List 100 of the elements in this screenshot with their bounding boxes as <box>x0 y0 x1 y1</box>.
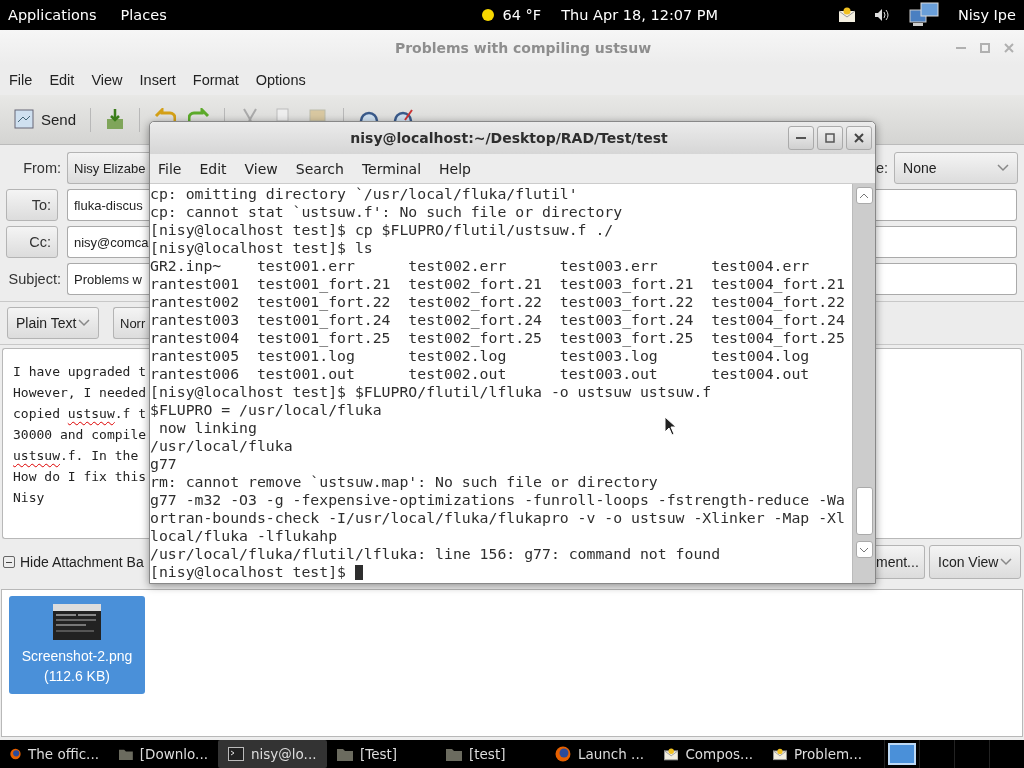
workspace-button[interactable] <box>884 740 919 768</box>
terminal-line: rantest004 test001_fort.25 test002_fort.25 test003_fort.25 test004_fort.25 <box>150 329 845 347</box>
menu-item[interactable]: Format <box>192 72 239 88</box>
body-text: How do I fix this <box>13 469 147 484</box>
menu-item[interactable]: File <box>158 160 182 177</box>
paragraph-style-dropdown[interactable]: Norr <box>113 307 149 339</box>
terminal-line: [nisy@localhost test]$ cp $FLUPRO/flutil/ustsuw.f ./ <box>150 221 614 239</box>
menu-item[interactable]: Terminal <box>361 160 422 177</box>
body-text: .f. In the <box>59 448 139 463</box>
window-title: Problems with compiling ustsuw <box>393 39 653 56</box>
recipient-button[interactable]: Cc: <box>6 226 58 258</box>
scrollbar[interactable] <box>852 184 875 583</box>
maximize-icon <box>825 133 835 143</box>
misspelled-word: ustsuw <box>67 406 115 421</box>
send-button[interactable]: Send <box>14 108 77 130</box>
view-mode-dropdown[interactable]: Icon View <box>929 545 1021 579</box>
terminal-line: rantest002 test001_fort.22 test002_fort.22 test003_fort.22 test004_fort.22 <box>150 293 845 311</box>
sun-icon <box>480 8 495 22</box>
terminal-line: rantest003 test001_fort.24 test002_fort.24 test003_fort.24 test004_fort.24 <box>150 311 845 329</box>
terminal-line: [nisy@localhost test]$ $FLUPRO/flutil/lfluka -o ustsuw ustsuw.f <box>150 383 712 401</box>
chevron-down-icon <box>1000 558 1012 566</box>
menu-item[interactable]: Edit <box>199 160 227 177</box>
terminal-icon <box>228 747 244 761</box>
menu-item[interactable]: View <box>244 160 278 177</box>
terminal-line: rm: cannot remove `ustsuw.map': No such file or directory <box>150 473 658 491</box>
expander-icon[interactable] <box>3 556 15 568</box>
panel-menu[interactable]: Applications <box>8 7 97 23</box>
format-mode-dropdown[interactable]: Plain Text <box>7 307 99 339</box>
envelope-icon <box>837 7 856 23</box>
scroll-up-button[interactable] <box>855 187 873 204</box>
terminal-line: cp: cannot stat `ustsuw.f': No such file or directory <box>150 203 623 221</box>
message-body[interactable]: I have upgraded t However, I needed copied ustsuw.f t 30000 and compile ustsuw.f. In the How do I fix this Nisy <box>2 348 149 539</box>
body-text: copied <box>13 406 61 421</box>
terminal-line: ortran-bounds-check -I/usr/local/fluka/flukapro -v -o ustsuw -Xlinker -Map -Xl <box>150 509 845 527</box>
taskbar-item[interactable]: [Downlo... <box>109 740 218 768</box>
close-icon <box>1004 42 1014 53</box>
maximize-button[interactable] <box>817 126 843 150</box>
attachment-size: (112.6 KB) <box>44 667 110 686</box>
signature-label: e: <box>876 160 889 176</box>
speaker-icon <box>873 8 890 22</box>
terminal-line: cp: omitting directory `/usr/local/fluka/flutil' <box>150 185 578 203</box>
taskbar-item[interactable]: The offic... <box>0 740 109 768</box>
taskbar-item[interactable]: Launch ... <box>545 740 654 768</box>
signature-dropdown[interactable]: None <box>894 152 1019 184</box>
globe-fox-icon <box>555 746 571 762</box>
taskbar-item[interactable]: nisy@lo... <box>218 740 327 768</box>
close-button[interactable] <box>846 126 872 150</box>
panel-menu[interactable]: Places <box>120 7 167 23</box>
recipient-field[interactable]: fluka-discus <box>67 189 149 221</box>
menu-item[interactable]: Help <box>439 160 471 177</box>
folder-icon <box>119 747 133 761</box>
save-icon[interactable] <box>105 108 126 130</box>
minimize-button[interactable] <box>788 126 814 150</box>
body-text: Nisy <box>13 490 45 505</box>
menu-item[interactable]: Edit <box>49 72 75 88</box>
menu-item[interactable]: View <box>91 72 123 88</box>
terminal-line: g77 <box>150 455 177 473</box>
scroll-down-button[interactable] <box>855 541 873 558</box>
menu-item[interactable]: Search <box>295 160 344 177</box>
spell-check-icon[interactable] <box>392 108 415 121</box>
chevron-down-icon <box>997 164 1010 172</box>
terminal-prompt: [nisy@localhost test]$ <box>150 563 346 581</box>
misspelled-word: ustsuw <box>13 448 60 463</box>
minimize-icon <box>956 46 966 49</box>
body-text: .f t <box>114 406 147 421</box>
clock[interactable]: Thu Apr 18, 12:07 PM <box>561 7 719 23</box>
chevron-down-icon <box>78 319 90 327</box>
minimize-icon <box>796 137 806 139</box>
user-name[interactable]: Nisy Ipe <box>957 7 1016 23</box>
terminal-line: /usr/local/fluka <box>150 437 293 455</box>
menu-item[interactable]: File <box>9 72 33 88</box>
taskbar-item[interactable]: Problem... <box>763 740 872 768</box>
add-attachment-button[interactable]: ment... <box>876 545 925 579</box>
terminal-line: local/fluka -lflukahp <box>150 527 338 545</box>
body-text: 30000 and compile <box>13 427 147 442</box>
menu-item[interactable]: Insert <box>139 72 176 88</box>
attachment-name: Screenshot-2.png <box>21 647 133 666</box>
scrollbar-thumb[interactable] <box>855 487 873 535</box>
taskbar-item[interactable]: [Test] <box>327 740 436 768</box>
taskbar-item[interactable]: [test] <box>436 740 545 768</box>
text-cursor <box>355 564 363 580</box>
menu-item[interactable]: Options <box>255 72 306 88</box>
terminal-line: g77 -m32 -O3 -g -fexpensive-optimizations -funroll-loops -fstrength-reduce -Wa <box>150 491 845 509</box>
terminal-line: $FLUPRO = /usr/local/fluka <box>150 401 382 419</box>
weather-temperature[interactable]: 64 °F <box>502 7 542 23</box>
recipient-field[interactable]: nisy@comca <box>67 226 149 258</box>
terminal-line: GR2.inp~ test001.err test002.err test003.err test004.err <box>150 257 810 275</box>
attachment-bar-label[interactable]: Hide Attachment Ba <box>20 554 144 570</box>
mouse-pointer-icon <box>664 416 678 436</box>
terminal-line: rantest005 test001.log test002.log test003.log test004.log <box>150 347 810 365</box>
envelope-icon <box>664 747 679 761</box>
network-computers-icon <box>907 2 940 28</box>
body-text: However, I needed <box>13 385 147 400</box>
from-dropdown[interactable]: Nisy Elizabe <box>67 152 149 184</box>
terminal-line: rantest006 test001.out test002.out test003.out test004.out <box>150 365 810 383</box>
chevron-up-icon <box>859 192 869 199</box>
recipient-button[interactable]: To: <box>6 189 58 221</box>
taskbar-item[interactable]: Compos... <box>654 740 763 768</box>
subject-field[interactable]: Problems w <box>67 263 149 295</box>
from-label: From: <box>22 160 61 176</box>
